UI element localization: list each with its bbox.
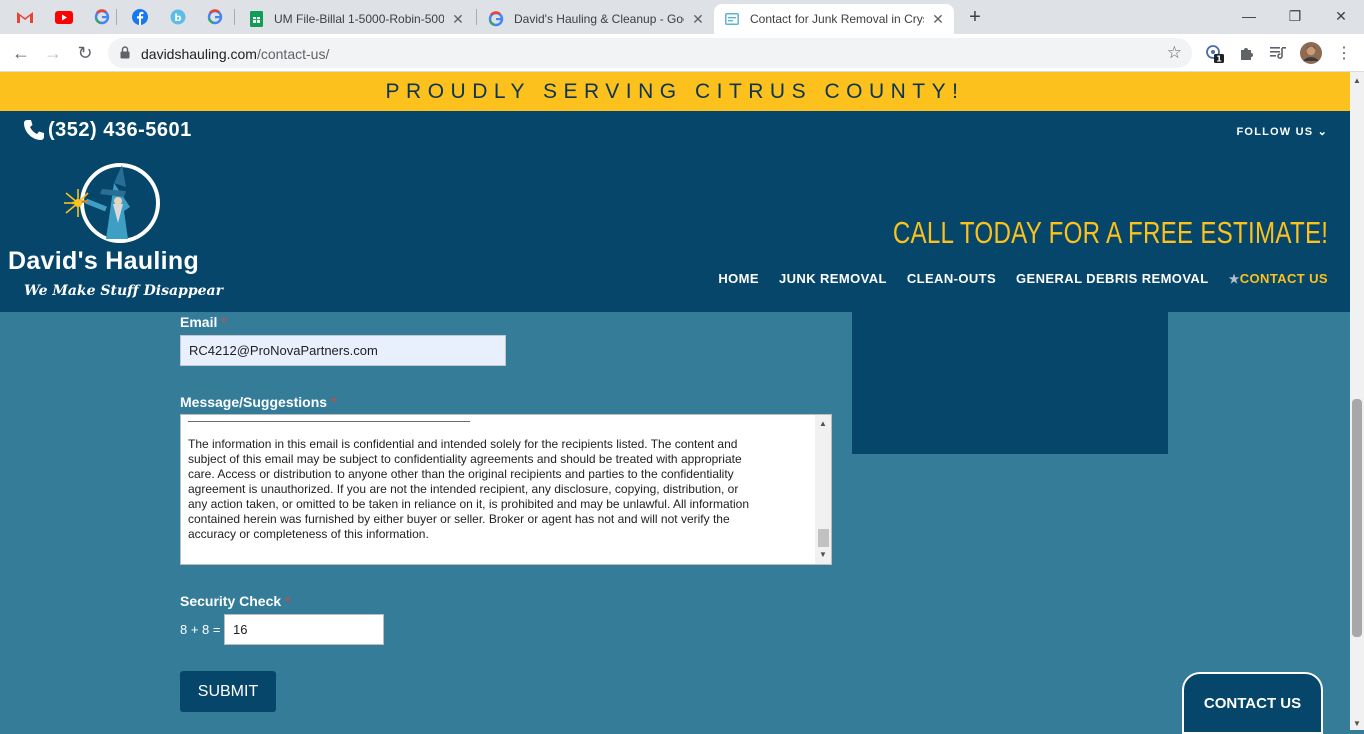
tab-title: David's Hauling & Cleanup - Goo (514, 12, 684, 26)
star-icon: ★ (1228, 272, 1240, 286)
scroll-down-icon[interactable]: ▼ (815, 548, 831, 562)
message-text: The information in this email is confide… (188, 437, 749, 541)
email-field[interactable]: RC4212@ProNovaPartners.com (180, 335, 506, 366)
google-icon (488, 11, 504, 27)
bitly-icon[interactable]: b (163, 4, 193, 30)
nav-contact-us[interactable]: ★CONTACT US (1229, 271, 1328, 286)
close-tab-icon[interactable]: ✕ (690, 11, 706, 28)
nav-general-debris-removal[interactable]: GENERAL DEBRIS REMOVAL (1016, 271, 1209, 286)
close-tab-icon[interactable]: ✕ (450, 11, 466, 28)
chevron-down-icon: ⌄ (1317, 126, 1328, 138)
site-header: (352) 436-5601 FOLLOW US ⌄ David's Hauli… (0, 111, 1350, 312)
browser-toolbar: ← → ↻ davidshauling.com/contact-us/ ☆ 1 … (0, 34, 1364, 72)
tab-um-file[interactable]: UM File-Billal 1-5000-Robin-5001 ✕ (238, 4, 474, 34)
email-label: Email * (180, 314, 227, 330)
security-question: 8 + 8 = (180, 622, 221, 637)
nav-home[interactable]: HOME (718, 271, 759, 286)
url-host: davidshauling.com (141, 46, 257, 62)
page-scrollbar[interactable]: ▲ ▼ (1350, 72, 1364, 730)
site-logo[interactable]: David's Hauling We Make Stuff Disappear (6, 161, 226, 306)
textarea-scrollbar[interactable]: ▲ ▼ (815, 415, 831, 564)
required-mark: * (330, 394, 337, 410)
cta-heading: CALL TODAY FOR A FREE ESTIMATE! (892, 215, 1328, 250)
url-path: /contact-us/ (256, 46, 330, 62)
reload-icon[interactable]: ↻ (72, 40, 98, 66)
gmail-icon[interactable] (10, 4, 40, 30)
youtube-icon[interactable] (49, 4, 79, 30)
svg-text:b: b (174, 13, 181, 24)
nav-clean-outs[interactable]: CLEAN-OUTS (907, 271, 996, 286)
sheets-icon (248, 11, 264, 27)
tab-davids-hauling-google[interactable]: David's Hauling & Cleanup - Goo ✕ (478, 4, 714, 34)
promo-banner: PROUDLY SERVING CITRUS COUNTY! (0, 72, 1350, 111)
phone-icon (24, 120, 44, 140)
close-tab-icon[interactable]: ✕ (930, 11, 946, 28)
browser-tab-strip: b UM File-Billal 1-5000-Robin-5001 ✕ Dav… (0, 0, 1364, 34)
google-icon[interactable] (87, 4, 117, 30)
contact-us-floating-button[interactable]: CONTACT US (1182, 672, 1323, 734)
page-scrollbar-thumb[interactable] (1352, 399, 1362, 637)
tab-title: UM File-Billal 1-5000-Robin-5001 (274, 12, 444, 26)
logo-tagline: We Make Stuff Disappear (24, 283, 223, 299)
page-icon (724, 11, 740, 27)
logo-name: David's Hauling (8, 247, 200, 275)
tab-title: Contact for Junk Removal in Crys (750, 12, 924, 26)
facebook-icon[interactable] (125, 4, 155, 30)
security-check-label-text: Security Check (180, 593, 282, 609)
extensions-puzzle-icon[interactable] (1236, 42, 1258, 64)
message-label: Message/Suggestions * (180, 394, 336, 410)
forward-icon[interactable]: → (40, 40, 66, 66)
email-label-text: Email (180, 314, 218, 330)
submit-button[interactable]: SUBMIT (180, 671, 276, 712)
phone-link[interactable]: (352) 436-5601 (22, 118, 192, 142)
message-textarea[interactable]: The information in this email is confide… (180, 414, 832, 565)
tab-separator (476, 9, 477, 25)
media-control-icon[interactable] (1267, 42, 1289, 64)
profile-avatar[interactable] (1300, 42, 1322, 64)
google-icon[interactable] (200, 4, 230, 30)
extension-icon[interactable]: 1 (1203, 42, 1225, 64)
wizard-logo-icon (64, 163, 160, 243)
required-mark: * (221, 314, 227, 330)
scrollbar-thumb[interactable] (818, 529, 829, 547)
lock-icon[interactable] (120, 46, 130, 64)
back-icon[interactable]: ← (8, 40, 34, 66)
extension-badge: 1 (1216, 55, 1222, 64)
security-answer-field[interactable]: 16 (224, 614, 384, 645)
scroll-up-icon[interactable]: ▲ (1350, 76, 1364, 85)
tab-separator (234, 9, 235, 25)
required-mark: * (285, 593, 291, 609)
nav-contact-label: CONTACT US (1239, 271, 1328, 286)
sidebar-panel (852, 312, 1168, 454)
main-nav: HOME JUNK REMOVAL CLEAN-OUTS GENERAL DEB… (718, 271, 1328, 286)
follow-us-menu[interactable]: FOLLOW US ⌄ (1237, 125, 1328, 138)
close-window-button[interactable]: ✕ (1318, 4, 1364, 28)
phone-number: (352) 436-5601 (48, 118, 192, 141)
message-label-text: Message/Suggestions (180, 394, 328, 410)
bookmark-star-icon[interactable]: ☆ (1167, 43, 1182, 63)
follow-us-label: FOLLOW US (1236, 126, 1314, 138)
scroll-down-icon[interactable]: ▼ (1350, 719, 1364, 728)
browser-menu-icon[interactable]: ⋮ (1333, 42, 1355, 64)
restore-button[interactable]: ❐ (1272, 4, 1318, 28)
url-text: davidshauling.com/contact-us/ (141, 46, 329, 62)
tab-contact-active[interactable]: Contact for Junk Removal in Crys ✕ (714, 4, 954, 34)
new-tab-button[interactable]: + (964, 6, 986, 28)
scroll-up-icon[interactable]: ▲ (815, 417, 831, 431)
security-check-label: Security Check * (180, 593, 291, 609)
signature-divider (188, 421, 470, 422)
nav-junk-removal[interactable]: JUNK REMOVAL (779, 271, 887, 286)
address-bar[interactable]: davidshauling.com/contact-us/ ☆ (108, 38, 1192, 68)
minimize-button[interactable]: — (1226, 4, 1272, 28)
tab-separator (116, 9, 117, 25)
